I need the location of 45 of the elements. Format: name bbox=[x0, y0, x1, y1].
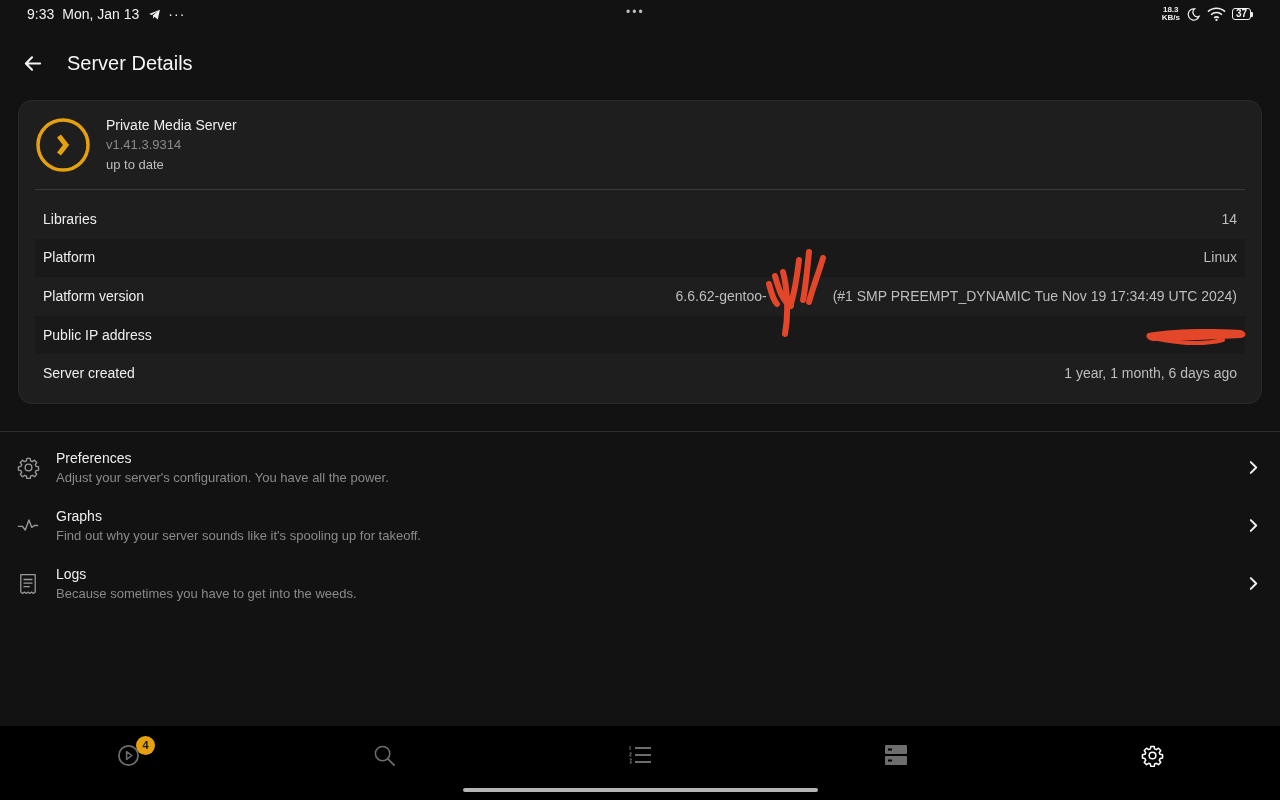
chevron-right-icon bbox=[1249, 518, 1258, 534]
server-name: Private Media Server bbox=[106, 116, 237, 135]
menu-item-description: Find out why your server sounds like it's spooling up for takeoff. bbox=[56, 526, 421, 545]
receipt-document-icon bbox=[19, 572, 37, 595]
more-notifications-dots: ··· bbox=[168, 4, 186, 24]
server-stack-icon bbox=[885, 745, 907, 765]
handle-dots: ••• bbox=[626, 4, 645, 21]
paper-plane-icon bbox=[147, 7, 163, 21]
gear-icon bbox=[16, 456, 40, 480]
detail-value: 14 bbox=[1221, 209, 1237, 229]
detail-label: Server created bbox=[43, 364, 135, 384]
detail-value: 6.6.62-gentoo- bbox=[675, 287, 767, 306]
pulse-line-icon bbox=[17, 518, 39, 534]
chevron-circle-logo-icon bbox=[36, 118, 90, 172]
detail-label: Platform bbox=[43, 248, 96, 268]
status-date: Mon, Jan 13 bbox=[62, 4, 140, 24]
page-title: Server Details bbox=[67, 51, 193, 76]
play-circle-icon bbox=[116, 743, 140, 767]
menu-item-description: Because sometimes you have to get into the weeds. bbox=[56, 584, 357, 603]
network-speed: 18.3 KB/s bbox=[1161, 6, 1180, 22]
menu-item-title: Graphs bbox=[56, 506, 103, 526]
menu-item-title: Preferences bbox=[56, 448, 133, 468]
settings-menu-item[interactable]: Graphs Find out why your server sounds like it's spooling up for takeoff. bbox=[0, 496, 1280, 555]
server-version: v1.41.3.9314 bbox=[106, 136, 183, 154]
wifi-icon bbox=[1206, 7, 1226, 21]
detail-value: (#1 SMP PREEMPT_DYNAMIC Tue Nov 19 17:34:49 UTC 2024) bbox=[832, 287, 1237, 306]
chevron-right-icon bbox=[1249, 576, 1258, 592]
detail-label: Platform version bbox=[43, 287, 145, 306]
menu-item-description: Adjust your server's configuration. You have all the power. bbox=[56, 468, 389, 487]
search-icon bbox=[372, 743, 396, 767]
back-arrow-icon bbox=[22, 53, 42, 73]
moon-icon bbox=[1185, 6, 1201, 22]
detail-label: Public IP address bbox=[43, 325, 152, 345]
detail-value: Linux bbox=[1203, 248, 1237, 268]
detail-label: Libraries bbox=[43, 209, 97, 229]
detail-value: 1 year, 1 month, 6 days ago bbox=[1064, 364, 1237, 384]
update-status: up to date bbox=[106, 156, 165, 174]
settings-menu-item[interactable]: Logs Because sometimes you have to get into the weeds. bbox=[0, 554, 1280, 613]
chevron-right-icon bbox=[1249, 460, 1258, 476]
settings-menu-item[interactable]: Preferences Adjust your server's configuration. You have all the power. bbox=[0, 438, 1280, 497]
count-badge: 4 bbox=[136, 736, 155, 755]
settings-icon bbox=[1140, 743, 1164, 767]
menu-item-title: Logs bbox=[56, 564, 88, 584]
numbered-list-icon bbox=[628, 745, 652, 765]
clock-time: 9:33 bbox=[27, 4, 55, 24]
